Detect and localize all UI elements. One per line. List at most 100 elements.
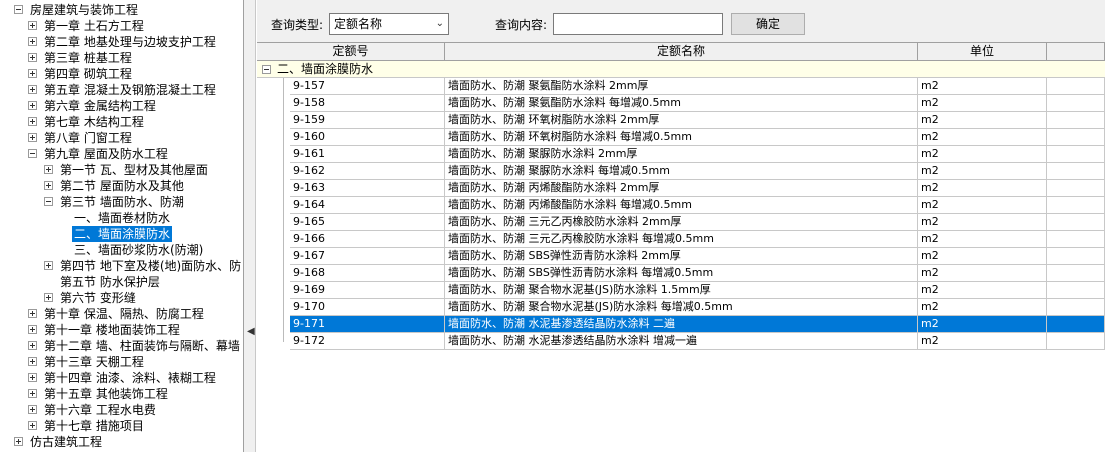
table-row[interactable]: 9-172 墙面防水、防潮 水泥基渗透结晶防水涂料 增减一遍 m2 [257, 333, 1105, 350]
collapse-icon[interactable] [44, 197, 53, 206]
tree-item[interactable]: 第十四章 油漆、涂料、裱糊工程 [0, 370, 243, 386]
query-type-select[interactable]: 定额名称 ⌄ [329, 13, 449, 35]
tree-item-label: 房屋建筑与装饰工程 [30, 3, 139, 17]
tree-item[interactable]: 第五章 混凝土及钢筋混凝土工程 [0, 82, 243, 98]
tree-item[interactable]: 一、墙面卷材防水 [0, 210, 243, 226]
tree-item[interactable]: 房屋建筑与装饰工程 [0, 2, 243, 18]
tree-item[interactable]: 第十七章 措施项目 [0, 418, 243, 434]
tree-item[interactable]: 第十五章 其他装饰工程 [0, 386, 243, 402]
tree-item[interactable]: 第二章 地基处理与边坡支护工程 [0, 34, 243, 50]
tree-item[interactable]: 二、墙面涂膜防水 [0, 226, 243, 242]
expand-icon[interactable] [28, 117, 37, 126]
expand-icon[interactable] [44, 293, 53, 302]
column-header-name[interactable]: 定额名称 [445, 43, 918, 61]
table-row[interactable]: 9-158 墙面防水、防潮 聚氨酯防水涂料 每增减0.5mm m2 [257, 95, 1105, 112]
expand-icon[interactable] [28, 373, 37, 382]
cell-code: 9-170 [290, 299, 445, 316]
expand-icon[interactable] [28, 85, 37, 94]
collapse-left-icon[interactable]: ◀ [247, 326, 255, 337]
cell-code: 9-171 [290, 316, 445, 333]
tree-item[interactable]: 三、墙面砂浆防水(防潮) [0, 242, 243, 258]
expand-icon[interactable] [44, 261, 53, 270]
expand-icon[interactable] [28, 101, 37, 110]
column-header-unit[interactable]: 单位 [918, 43, 1047, 61]
table-row[interactable]: 9-164 墙面防水、防潮 丙烯酸酯防水涂料 每增减0.5mm m2 [257, 197, 1105, 214]
tree-item[interactable]: 第九章 屋面及防水工程 [0, 146, 243, 162]
tree-item[interactable]: 第十章 保温、隔热、防腐工程 [0, 306, 243, 322]
table-row[interactable]: 9-170 墙面防水、防潮 聚合物水泥基(JS)防水涂料 每增减0.5mm m2 [257, 299, 1105, 316]
table-row[interactable]: 9-169 墙面防水、防潮 聚合物水泥基(JS)防水涂料 1.5mm厚 m2 [257, 282, 1105, 299]
table-row[interactable]: 9-166 墙面防水、防潮 三元乙丙橡胶防水涂料 每增减0.5mm m2 [257, 231, 1105, 248]
collapse-icon[interactable] [14, 5, 23, 14]
tree-item[interactable]: 第七章 木结构工程 [0, 114, 243, 130]
table-row[interactable]: 9-161 墙面防水、防潮 聚脲防水涂料 2mm厚 m2 [257, 146, 1105, 163]
cell-unit: m2 [918, 163, 1047, 180]
tree-item[interactable]: 第四章 砌筑工程 [0, 66, 243, 82]
expand-icon[interactable] [44, 181, 53, 190]
table-row[interactable]: 9-171 墙面防水、防潮 水泥基渗透结晶防水涂料 二遍 m2 [257, 316, 1105, 333]
cell-unit: m2 [918, 214, 1047, 231]
tree-item[interactable]: 第三章 桩基工程 [0, 50, 243, 66]
table-row[interactable]: 9-167 墙面防水、防潮 SBS弹性沥青防水涂料 2mm厚 m2 [257, 248, 1105, 265]
cell-extra [1047, 197, 1105, 214]
tree-item[interactable]: 第四节 地下室及楼(地)面防水、防 [0, 258, 243, 274]
cell-name: 墙面防水、防潮 水泥基渗透结晶防水涂料 增减一遍 [445, 333, 918, 350]
cell-name: 墙面防水、防潮 SBS弹性沥青防水涂料 每增减0.5mm [445, 265, 918, 282]
tree-item[interactable]: 第六节 变形缝 [0, 290, 243, 306]
tree-item[interactable]: 第十三章 天棚工程 [0, 354, 243, 370]
tree-item[interactable]: 第三节 墙面防水、防潮 [0, 194, 243, 210]
query-content-input[interactable] [553, 13, 723, 35]
column-header-code[interactable]: 定额号 [257, 43, 445, 61]
cell-extra [1047, 78, 1105, 95]
column-header-extra [1047, 43, 1105, 61]
expand-icon[interactable] [28, 53, 37, 62]
tree-item[interactable]: 第十六章 工程水电费 [0, 402, 243, 418]
table-row[interactable]: 9-157 墙面防水、防潮 聚氨酯防水涂料 2mm厚 m2 [257, 78, 1105, 95]
tree-item-label: 一、墙面卷材防水 [74, 211, 171, 225]
collapse-icon[interactable] [28, 149, 37, 158]
expand-icon[interactable] [28, 357, 37, 366]
group-row[interactable]: 二、墙面涂膜防水 [257, 61, 1105, 78]
table-row[interactable]: 9-168 墙面防水、防潮 SBS弹性沥青防水涂料 每增减0.5mm m2 [257, 265, 1105, 282]
expand-icon[interactable] [28, 325, 37, 334]
cell-code: 9-167 [290, 248, 445, 265]
expand-icon[interactable] [28, 21, 37, 30]
expand-icon[interactable] [28, 309, 37, 318]
panel-splitter[interactable]: ◀ [244, 0, 256, 452]
cell-extra [1047, 180, 1105, 197]
tree-item-label: 第二节 屋面防水及其他 [60, 179, 184, 193]
tree-item-label: 第十四章 油漆、涂料、裱糊工程 [44, 371, 216, 385]
confirm-button[interactable]: 确定 [731, 13, 805, 35]
tree-item[interactable]: 第五节 防水保护层 [0, 274, 243, 290]
query-bar: 查询类型: 定额名称 ⌄ 查询内容: 确定 [257, 8, 1105, 36]
quota-grid: 定额号 定额名称 单位 二、墙面涂膜防水 9-157 墙面防水、防潮 聚氨酯防水涂… [257, 42, 1105, 452]
tree-item[interactable]: 第八章 门窗工程 [0, 130, 243, 146]
cell-extra [1047, 231, 1105, 248]
expand-icon[interactable] [28, 421, 37, 430]
expand-icon[interactable] [14, 437, 23, 446]
tree-item-label: 第五节 防水保护层 [60, 275, 160, 289]
tree-item[interactable]: 第二节 屋面防水及其他 [0, 178, 243, 194]
tree-item[interactable]: 第一节 瓦、型材及其他屋面 [0, 162, 243, 178]
expand-icon[interactable] [28, 341, 37, 350]
tree-item[interactable]: 第十一章 楼地面装饰工程 [0, 322, 243, 338]
expand-icon[interactable] [28, 133, 37, 142]
tree-item[interactable]: 仿古建筑工程 [0, 434, 243, 450]
table-row[interactable]: 9-163 墙面防水、防潮 丙烯酸酯防水涂料 2mm厚 m2 [257, 180, 1105, 197]
tree-item[interactable]: 第六章 金属结构工程 [0, 98, 243, 114]
tree-item[interactable]: 第一章 土石方工程 [0, 18, 243, 34]
expand-icon[interactable] [28, 37, 37, 46]
collapse-icon[interactable] [262, 65, 271, 74]
cell-name: 墙面防水、防潮 聚脲防水涂料 每增减0.5mm [445, 163, 918, 180]
tree-item[interactable]: 第十二章 墙、柱面装饰与隔断、幕墙 [0, 338, 243, 354]
table-row[interactable]: 9-165 墙面防水、防潮 三元乙丙橡胶防水涂料 2mm厚 m2 [257, 214, 1105, 231]
table-row[interactable]: 9-160 墙面防水、防潮 环氧树脂防水涂料 每增减0.5mm m2 [257, 129, 1105, 146]
expand-icon[interactable] [28, 405, 37, 414]
expand-icon[interactable] [28, 69, 37, 78]
expand-icon[interactable] [28, 389, 37, 398]
cell-code: 9-168 [290, 265, 445, 282]
table-row[interactable]: 9-159 墙面防水、防潮 环氧树脂防水涂料 2mm厚 m2 [257, 112, 1105, 129]
tree-item-label: 第十五章 其他装饰工程 [44, 387, 168, 401]
expand-icon[interactable] [44, 165, 53, 174]
table-row[interactable]: 9-162 墙面防水、防潮 聚脲防水涂料 每增减0.5mm m2 [257, 163, 1105, 180]
